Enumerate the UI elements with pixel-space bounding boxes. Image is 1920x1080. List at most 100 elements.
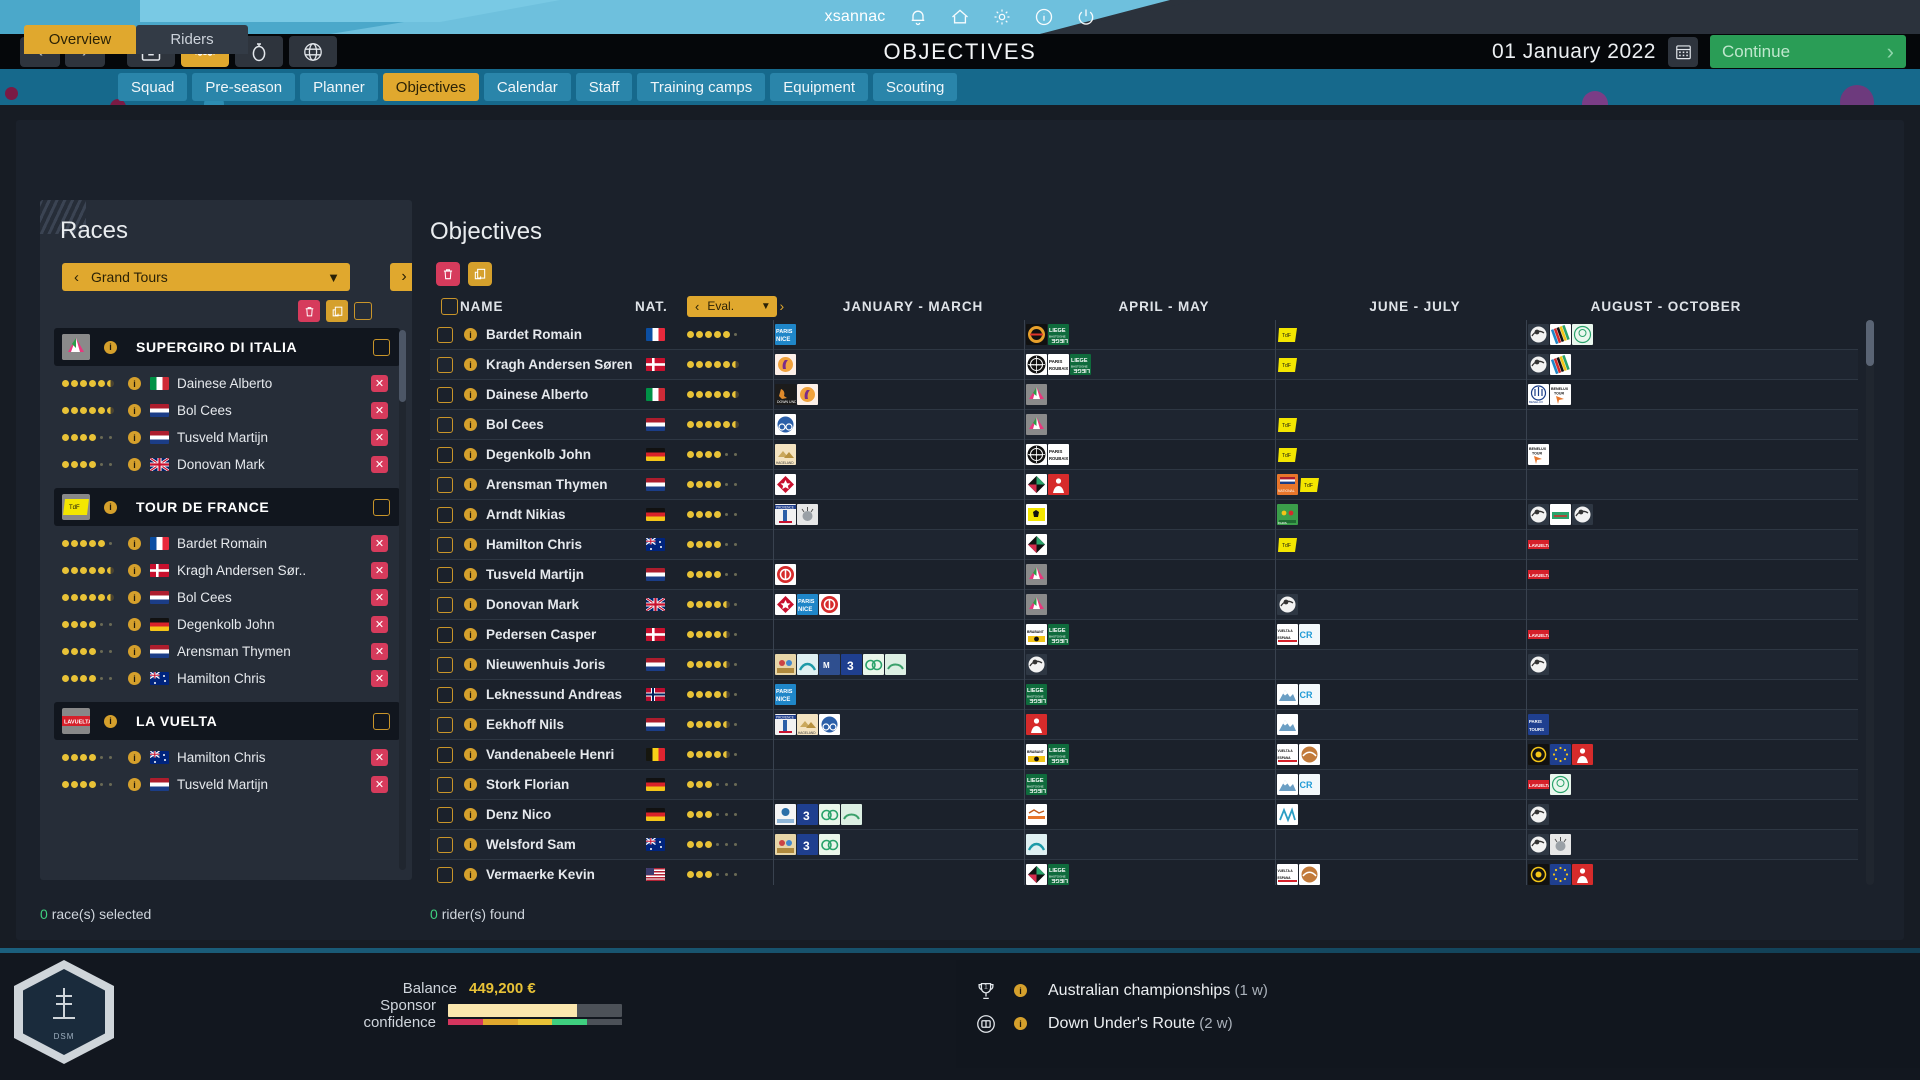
race-badge-paris-nice[interactable]: PARIS NICE [775, 684, 796, 705]
race-badge-red-diamond[interactable] [775, 594, 796, 615]
table-row[interactable]: i Leknessund Andreas PARIS NICE LIEGE BASTOGN… [430, 679, 1858, 710]
race-badge-paris-roubaix[interactable]: PARIS ROUBAIX [1048, 354, 1069, 375]
race-badge-bike-blue[interactable] [775, 414, 796, 435]
info-icon[interactable]: i [464, 748, 477, 761]
select-all-races-checkbox[interactable] [354, 302, 372, 320]
race-badge-grey-race[interactable] [1550, 834, 1571, 855]
race-badge-white-race[interactable] [1277, 804, 1298, 825]
row-checkbox[interactable] [437, 506, 453, 523]
race-badge-olympic-dark[interactable] [1528, 864, 1549, 885]
period-cell-1[interactable]: M3 [773, 649, 1024, 680]
period-cell-1[interactable] [773, 559, 1024, 590]
race-badge-brabant[interactable]: BRABANT [1026, 624, 1047, 645]
row-checkbox[interactable] [437, 656, 453, 673]
race-rider-row[interactable]: i Bardet Romain ✕ [54, 530, 400, 557]
row-checkbox[interactable] [437, 326, 453, 343]
period-cell-4[interactable]: LAVUELTA [1526, 619, 1777, 650]
remove-rider-button[interactable]: ✕ [371, 670, 388, 687]
row-checkbox[interactable] [437, 746, 453, 763]
race-badge-brown-race[interactable] [1299, 744, 1320, 765]
race-filter-select[interactable]: ‹ Grand Tours ▼ [62, 263, 350, 291]
period-cell-3[interactable]: TdF [1275, 349, 1526, 380]
race-badge-sanremo[interactable] [797, 384, 818, 405]
race-badge-nat-itt[interactable]: NATIONAL [1277, 474, 1298, 495]
race-badge-down-under[interactable]: DOWN UNDER [775, 384, 796, 405]
period-cell-1[interactable] [773, 349, 1024, 380]
race-badge-brabant[interactable]: BRABANT [1026, 744, 1047, 765]
race-badge-tdf[interactable]: TdF [1277, 324, 1298, 345]
period-cell-4[interactable]: LAVUELTA [1526, 529, 1777, 560]
race-badge-provence[interactable]: PROVENCE [775, 714, 796, 735]
info-icon[interactable]: i [128, 751, 141, 764]
tab-pre-season[interactable]: Pre-season [192, 73, 296, 101]
info-icon[interactable]: i [104, 714, 117, 728]
race-badge-liege[interactable]: LIEGE BASTOGNE LIEGE [1048, 324, 1069, 345]
info-icon[interactable]: i [128, 672, 141, 685]
info-icon[interactable]: i [464, 538, 477, 551]
races-scrollbar-thumb[interactable] [399, 330, 406, 402]
race-badge-provence[interactable]: PROVENCE [775, 504, 796, 525]
row-checkbox[interactable] [437, 806, 453, 823]
tab-squad[interactable]: Squad [118, 73, 188, 101]
period-cell-3[interactable]: TdF [1275, 529, 1526, 560]
table-row[interactable]: i Welsford Sam 3 [430, 829, 1858, 860]
race-badge-mountain[interactable] [1277, 774, 1298, 795]
period-cell-1[interactable]: PROVENCE HAGELAND [773, 709, 1024, 740]
row-checkbox[interactable] [437, 566, 453, 583]
period-cell-2[interactable]: LIEGE BASTOGNE LIEGE [1024, 769, 1275, 800]
race-badge-worlds[interactable] [1528, 834, 1549, 855]
race-badge-paris-tours[interactable]: PARIS TOURS [1528, 714, 1549, 735]
race-badge-green-flag[interactable] [1550, 504, 1571, 525]
table-scrollbar[interactable] [1866, 320, 1874, 885]
row-checkbox[interactable] [437, 626, 453, 643]
period-cell-4[interactable]: PARIS TOURS [1526, 709, 1777, 740]
period-cell-1[interactable]: DOWN UNDER [773, 379, 1024, 410]
race-badge-cro-race[interactable]: CR [1299, 624, 1320, 645]
eval-next-button[interactable]: › [777, 298, 787, 314]
period-cell-4[interactable] [1526, 469, 1777, 500]
period-cell-2[interactable]: LIEGE BASTOGNE LIEGE [1024, 320, 1275, 350]
period-cell-1[interactable]: 3 [773, 799, 1024, 830]
race-badge-sanremo[interactable] [775, 354, 796, 375]
period-cell-1[interactable]: PARIS NICE [773, 320, 1024, 350]
table-row[interactable]: i Donovan Mark PARIS NICE [430, 589, 1858, 620]
race-badge-liege[interactable]: LIEGE BASTOGNE LIEGE [1026, 684, 1047, 705]
race-badge-olympic-dark[interactable] [1528, 744, 1549, 765]
race-badge-supergiro[interactable] [1026, 594, 1047, 615]
period-cell-4[interactable] [1526, 799, 1777, 830]
remove-rider-button[interactable]: ✕ [371, 616, 388, 633]
delete-races-button[interactable] [298, 300, 320, 322]
period-cell-2[interactable] [1024, 409, 1275, 440]
tab-staff[interactable]: Staff [575, 73, 633, 101]
race-badge-lavuelta[interactable]: LAVUELTA [1528, 774, 1549, 795]
info-icon[interactable]: i [464, 358, 477, 371]
tab-calendar[interactable]: Calendar [483, 73, 571, 101]
chevron-left-icon[interactable]: ‹ [62, 269, 91, 286]
info-icon[interactable]: i [464, 388, 477, 401]
race-badge-liege[interactable]: LIEGE BASTOGNE LIEGE [1048, 624, 1069, 645]
race-rider-row[interactable]: i Degenkolb John ✕ [54, 611, 400, 638]
period-cell-1[interactable]: PROVENCE [773, 499, 1024, 530]
race-group-checkbox[interactable] [373, 712, 390, 730]
period-cell-1[interactable] [773, 469, 1024, 500]
race-rider-row[interactable]: i Bol Cees ✕ [54, 584, 400, 611]
tab-equipment[interactable]: Equipment [770, 73, 868, 101]
period-cell-3[interactable]: VUELTA A ESPANA [1275, 739, 1526, 770]
remove-rider-button[interactable]: ✕ [371, 562, 388, 579]
period-cell-1[interactable] [773, 619, 1024, 650]
period-cell-4[interactable] [1526, 409, 1777, 440]
period-cell-4[interactable] [1526, 859, 1777, 885]
race-rider-row[interactable]: i Tusveld Martijn ✕ [54, 424, 400, 451]
period-cell-3[interactable] [1275, 559, 1526, 590]
tab-scouting[interactable]: Scouting [873, 73, 958, 101]
table-row[interactable]: i Eekhoff Nils PROVENCE HAGELAND PARIS TOURS [430, 709, 1858, 740]
race-badge-benelux-tour[interactable]: BENELUX TOUR [1528, 444, 1549, 465]
remove-rider-button[interactable]: ✕ [371, 535, 388, 552]
period-cell-1[interactable]: HAGELAND [773, 439, 1024, 470]
period-cell-4[interactable] [1526, 739, 1777, 770]
eval-column-select[interactable]: ‹ Eval. ▼ [687, 295, 777, 317]
period-cell-3[interactable] [1275, 379, 1526, 410]
period-cell-4[interactable]: BENELUX TOUR [1526, 439, 1777, 470]
row-checkbox[interactable] [437, 386, 453, 403]
row-checkbox[interactable] [437, 686, 453, 703]
